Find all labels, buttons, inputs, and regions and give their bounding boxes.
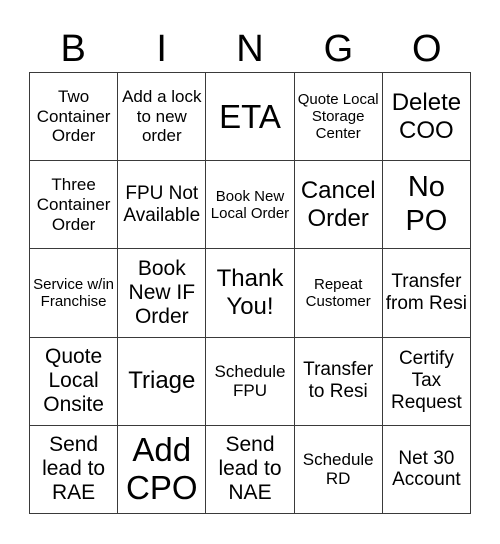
cell-text: Book New Local Order xyxy=(210,187,290,222)
cell-text: Schedule RD xyxy=(302,449,374,489)
cell-text: No PO xyxy=(405,171,448,237)
header-letter-n: N xyxy=(236,28,264,70)
cell-text: Cancel Order xyxy=(300,177,376,232)
bingo-cell[interactable]: Transfer to Resi xyxy=(294,337,383,426)
header-letter-b: B xyxy=(60,28,86,70)
bingo-cell[interactable]: Service w/in Franchise xyxy=(30,249,119,338)
cell-text: Schedule FPU xyxy=(214,361,286,401)
cell-text: Quote Local Onsite xyxy=(43,344,104,417)
cell-text: Add a lock to new order xyxy=(122,87,202,146)
bingo-cell[interactable]: Certify Tax Request xyxy=(382,337,471,426)
header-letter-g: G xyxy=(323,28,354,70)
bingo-header: B I N G O xyxy=(29,26,471,72)
bingo-grid: Two Container Order Add a lock to new or… xyxy=(29,72,471,514)
bingo-cell[interactable]: Book New IF Order xyxy=(118,249,207,338)
bingo-cell[interactable]: Add a lock to new order xyxy=(118,73,207,162)
bingo-cell[interactable]: Repeat Customer xyxy=(294,249,383,338)
bingo-cell[interactable]: Three Container Order xyxy=(30,161,119,250)
cell-text: Send lead to NAE xyxy=(218,433,282,505)
cell-text: Triage xyxy=(128,367,196,395)
cell-text: Three Container Order xyxy=(36,175,111,234)
cell-text: ETA xyxy=(219,97,281,135)
bingo-cell[interactable]: No PO xyxy=(382,161,471,250)
cell-text: Service w/in Franchise xyxy=(33,275,115,310)
bingo-cell[interactable]: Transfer from Resi xyxy=(382,249,471,338)
cell-text: Transfer to Resi xyxy=(303,359,374,403)
bingo-cell[interactable]: Add CPO xyxy=(118,425,207,514)
bingo-cell[interactable]: Send lead to NAE xyxy=(206,425,295,514)
bingo-cell[interactable]: FPU Not Available xyxy=(118,161,207,250)
bingo-cell[interactable]: ETA xyxy=(206,73,295,162)
cell-text: Transfer from Resi xyxy=(385,271,468,314)
bingo-cell[interactable]: Send lead to RAE xyxy=(30,425,119,514)
bingo-cell[interactable]: Net 30 Account xyxy=(382,425,471,514)
header-letter-i: I xyxy=(156,28,167,70)
bingo-cell[interactable]: Thank You! xyxy=(206,249,295,338)
bingo-cell[interactable]: Quote Local Storage Center xyxy=(294,73,383,162)
cell-text: Quote Local Storage Center xyxy=(297,90,379,143)
cell-text: Repeat Customer xyxy=(305,275,371,310)
cell-text: Net 30 Account xyxy=(392,447,461,491)
cell-text: Add CPO xyxy=(126,431,198,507)
bingo-cell[interactable]: Schedule RD xyxy=(294,425,383,514)
cell-text: Delete COO xyxy=(391,89,462,144)
cell-text: Certify Tax Request xyxy=(391,348,462,414)
bingo-cell[interactable]: Quote Local Onsite xyxy=(30,337,119,426)
bingo-cell[interactable]: Two Container Order xyxy=(30,73,119,162)
bingo-cell[interactable]: Book New Local Order xyxy=(206,161,295,250)
bingo-cell[interactable]: Schedule FPU xyxy=(206,337,295,426)
cell-text: Book New IF Order xyxy=(128,256,196,329)
bingo-cell[interactable]: Delete COO xyxy=(382,73,471,162)
cell-text: Send lead to RAE xyxy=(42,433,106,505)
cell-text: FPU Not Available xyxy=(123,182,201,226)
bingo-cell[interactable]: Triage xyxy=(118,337,207,426)
cell-text: Two Container Order xyxy=(36,87,111,146)
bingo-cell[interactable]: Cancel Order xyxy=(294,161,383,250)
header-letter-o: O xyxy=(412,28,442,70)
cell-text: Thank You! xyxy=(216,265,284,320)
